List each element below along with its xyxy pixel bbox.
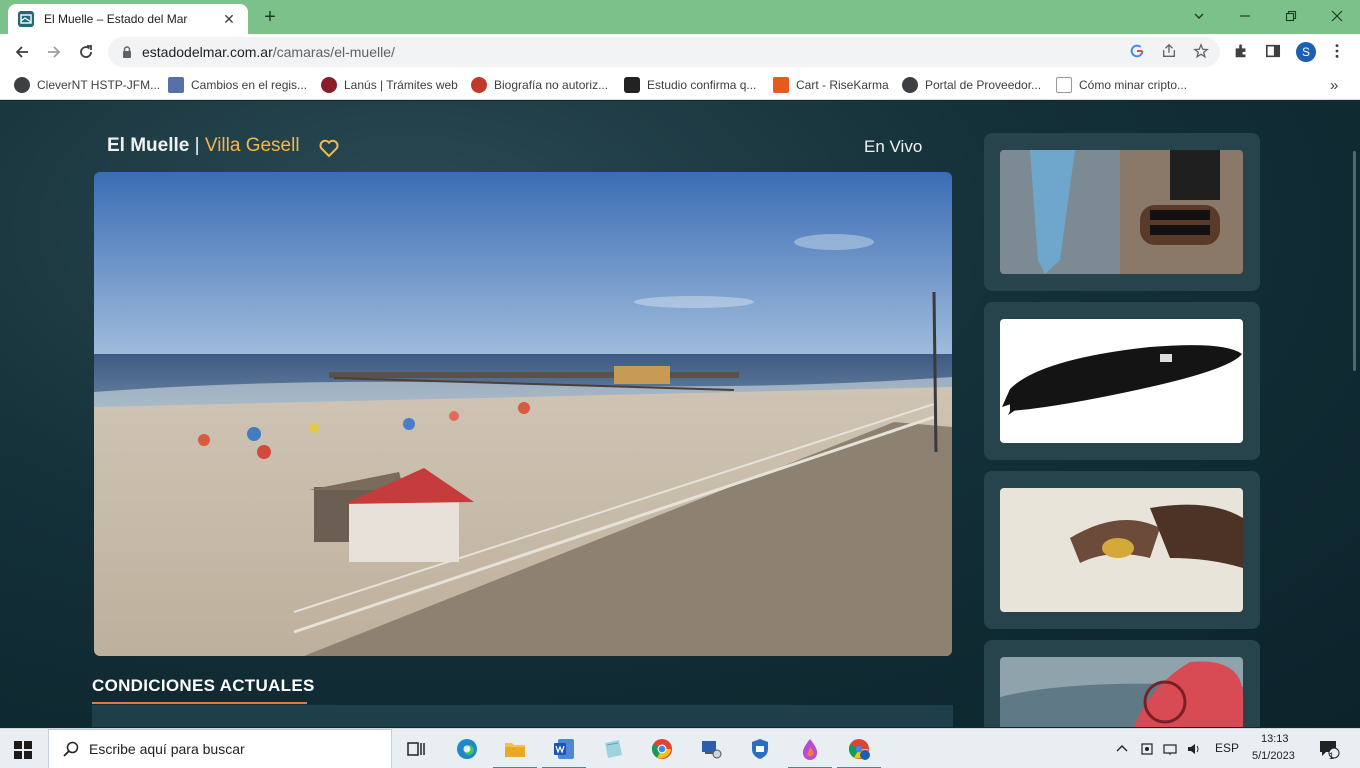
ad-card[interactable]	[984, 640, 1260, 727]
bookmark-label: Cart - RiseKarma	[796, 78, 889, 92]
bookmark-icon	[168, 77, 184, 93]
close-window-button[interactable]	[1314, 4, 1360, 28]
reload-button[interactable]	[74, 40, 98, 64]
forward-button[interactable]	[42, 40, 66, 64]
favorite-heart-icon[interactable]	[318, 137, 340, 159]
od-icon	[624, 77, 640, 93]
chrome-icon[interactable]	[648, 735, 676, 763]
ad-image-surfboard-black	[1000, 319, 1243, 443]
live-camera-feed[interactable]	[94, 172, 952, 656]
task-view-icon[interactable]	[402, 735, 430, 763]
side-panel-icon[interactable]	[1264, 42, 1282, 60]
ad-image-red-board	[1000, 657, 1243, 727]
input-language[interactable]: ESP	[1215, 741, 1239, 755]
tab-search-icon[interactable]	[1176, 4, 1222, 28]
minimize-button[interactable]	[1222, 4, 1268, 28]
bookmark-label: Lanús | Trámites web	[344, 78, 458, 92]
tray-chevron-up-icon[interactable]	[1112, 735, 1132, 763]
bookmark-item[interactable]: Cómo minar cripto...	[1056, 76, 1187, 94]
search-placeholder: Escribe aquí para buscar	[89, 741, 245, 757]
rk-icon	[773, 77, 789, 93]
back-button[interactable]	[10, 40, 34, 64]
site-favicon-icon	[18, 11, 34, 27]
windows-taskbar: Escribe aquí para buscar ESP 13:13 5/1/2…	[0, 728, 1360, 768]
file-explorer-icon[interactable]	[493, 735, 537, 768]
share-icon[interactable]	[1160, 42, 1178, 60]
notification-count: 1	[1329, 751, 1335, 761]
live-label: En Vivo	[864, 137, 923, 156]
new-tab-button[interactable]: +	[258, 6, 282, 28]
page-scrollbar[interactable]	[1353, 151, 1356, 371]
fire-icon	[471, 77, 487, 93]
ad-card[interactable]	[984, 302, 1260, 460]
volume-icon[interactable]	[1184, 735, 1204, 763]
profile-avatar[interactable]: S	[1296, 42, 1316, 62]
c-icon	[1056, 77, 1072, 93]
bookmark-label: CleverNT HSTP-JFM...	[37, 78, 161, 92]
remote-desktop-icon[interactable]	[697, 735, 725, 763]
ad-card[interactable]	[984, 133, 1260, 291]
clock-date[interactable]: 5/1/2023	[1252, 750, 1295, 762]
page-content: El Muelle | Villa Gesell En Vivo CONDICI…	[0, 101, 1360, 727]
tab-title: El Muelle – Estado del Mar	[44, 12, 188, 26]
url-host: estadodelmar.com.ar	[142, 44, 273, 60]
device-icon[interactable]	[1137, 735, 1157, 763]
conditions-underline	[92, 702, 307, 704]
windows-start-icon[interactable]	[14, 741, 32, 759]
bookmark-label: Cambios en el regis...	[191, 78, 308, 92]
conditions-panel	[92, 705, 953, 727]
ad-image-shaping	[1000, 488, 1243, 612]
ad-card[interactable]	[984, 471, 1260, 629]
drop-app-icon[interactable]	[788, 735, 832, 768]
restore-button[interactable]	[1268, 4, 1314, 28]
security-shield-icon[interactable]	[746, 735, 774, 763]
bookmarks-bar: CleverNT HSTP-JFM... Cambios en el regis…	[0, 70, 1360, 100]
edge-icon[interactable]	[453, 735, 481, 763]
globe-icon	[902, 77, 918, 93]
bookmark-item[interactable]: Lanús | Trámites web	[321, 76, 458, 94]
bookmark-item[interactable]: Biografía no autoriz...	[471, 76, 608, 94]
bookmark-item[interactable]: Portal de Proveedor...	[902, 76, 1041, 94]
google-translate-icon[interactable]	[1128, 42, 1146, 60]
network-icon[interactable]	[1160, 735, 1180, 763]
chrome-profile-icon[interactable]	[837, 735, 881, 768]
address-bar[interactable]: estadodelmar.com.ar/camaras/el-muelle/	[108, 37, 1220, 67]
camera-name: El Muelle	[107, 135, 190, 156]
bookmark-label: Cómo minar cripto...	[1079, 78, 1188, 92]
clock-time[interactable]: 13:13	[1261, 733, 1289, 745]
globe-icon	[14, 77, 30, 93]
url-path: /camaras/el-muelle/	[272, 44, 395, 60]
tab-close-icon[interactable]: ✕	[220, 11, 238, 28]
ad-image-sandals	[1000, 150, 1243, 274]
camera-heading: El Muelle | Villa Gesell	[107, 135, 300, 157]
word-icon[interactable]	[542, 735, 586, 768]
bookmark-item[interactable]: Cart - RiseKarma	[773, 76, 889, 94]
star-icon[interactable]	[1192, 42, 1210, 60]
taskbar-search-input[interactable]: Escribe aquí para buscar	[48, 729, 392, 768]
more-bookmarks-button[interactable]: »	[1330, 76, 1338, 94]
lock-icon	[123, 46, 131, 58]
search-icon	[63, 741, 79, 757]
browser-toolbar: estadodelmar.com.ar/camaras/el-muelle/ S	[0, 34, 1360, 70]
bookmark-item[interactable]: Cambios en el regis...	[168, 76, 307, 94]
conditions-title: CONDICIONES ACTUALES	[92, 676, 315, 695]
bookmark-label: Estudio confirma q...	[647, 78, 757, 92]
browser-menu-icon[interactable]	[1328, 42, 1346, 60]
tab-strip: El Muelle – Estado del Mar ✕ +	[0, 0, 1360, 34]
bookmark-label: Biografía no autoriz...	[494, 78, 609, 92]
heading-separator: |	[194, 135, 200, 156]
notes-app-icon[interactable]	[599, 735, 627, 763]
camera-location: Villa Gesell	[204, 135, 300, 156]
municipal-icon	[321, 77, 337, 93]
browser-tab-active[interactable]: El Muelle – Estado del Mar ✕	[8, 4, 248, 34]
bookmark-item[interactable]: Estudio confirma q...	[624, 76, 756, 94]
extensions-icon[interactable]	[1232, 42, 1250, 60]
bookmark-item[interactable]: CleverNT HSTP-JFM...	[14, 76, 160, 94]
bookmark-label: Portal de Proveedor...	[925, 78, 1042, 92]
